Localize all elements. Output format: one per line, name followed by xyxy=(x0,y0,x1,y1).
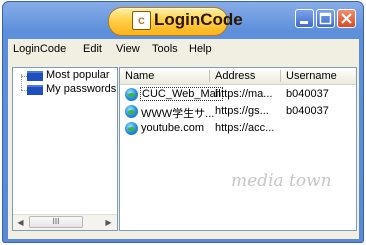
scroll-thumb[interactable]: III xyxy=(29,216,83,228)
maximize-button[interactable] xyxy=(316,9,335,28)
menu-logincode[interactable]: LoginCode xyxy=(13,43,66,55)
menu-edit[interactable]: Edit xyxy=(83,43,102,55)
column-divider[interactable] xyxy=(209,70,210,82)
row-address: https://acc... xyxy=(215,122,275,134)
folder-icon xyxy=(27,71,43,81)
horizontal-scrollbar[interactable]: ◀ III ▶ xyxy=(13,214,117,230)
row-address: https://gs... xyxy=(215,105,269,117)
list-row[interactable]: WWW学生サ... https://gs... b040037 xyxy=(120,104,356,120)
column-divider[interactable] xyxy=(280,70,281,82)
row-name: youtube.com xyxy=(141,122,204,134)
menu-bar: LoginCode Edit View Tools Help xyxy=(8,39,359,59)
close-icon xyxy=(341,13,352,24)
minimize-icon xyxy=(300,21,308,24)
folder-tree[interactable]: Most popular My passwords ◀ III ▶ xyxy=(12,67,118,231)
row-name: CUC_Web_Mail xyxy=(140,87,223,101)
maximize-icon xyxy=(319,12,332,25)
list-row[interactable]: CUC_Web_Mail https://ma... b040037 xyxy=(120,87,356,103)
list-row[interactable]: youtube.com https://acc... xyxy=(120,121,356,137)
column-header-name[interactable]: Name xyxy=(125,70,154,82)
row-name: WWW学生サ... xyxy=(141,108,215,120)
menu-tools[interactable]: Tools xyxy=(152,43,178,55)
sort-ascending-icon: ^ xyxy=(162,67,166,73)
minimize-button[interactable] xyxy=(295,9,314,28)
scroll-right-icon[interactable]: ▶ xyxy=(101,215,116,230)
globe-icon xyxy=(125,105,138,118)
menu-help[interactable]: Help xyxy=(189,43,212,55)
menu-view[interactable]: View xyxy=(116,43,140,55)
password-list[interactable]: Name ^ Address Username CUC_Web_Mail htt… xyxy=(119,67,357,231)
folder-icon xyxy=(27,85,43,95)
row-username: b040037 xyxy=(286,105,329,117)
column-header-address[interactable]: Address xyxy=(215,70,255,82)
globe-icon xyxy=(125,88,138,101)
row-username: b040037 xyxy=(286,88,329,100)
window-title: LoginCode xyxy=(154,10,243,29)
scroll-left-icon[interactable]: ◀ xyxy=(13,215,28,230)
watermark: media town xyxy=(231,171,332,191)
tree-item-label: Most popular xyxy=(46,69,110,81)
row-address: https://ma... xyxy=(215,88,273,100)
close-button[interactable] xyxy=(337,9,356,28)
column-header-username[interactable]: Username xyxy=(286,70,337,82)
list-header: Name ^ Address Username xyxy=(120,68,356,85)
globe-icon xyxy=(125,122,138,135)
tree-item-label: My passwords xyxy=(46,83,117,95)
app-logo-icon: C xyxy=(132,11,151,30)
app-window: C LoginCode LoginCode Edit View Tools He… xyxy=(2,1,364,243)
client-area: LoginCode Edit View Tools Help Most popu… xyxy=(8,39,359,239)
